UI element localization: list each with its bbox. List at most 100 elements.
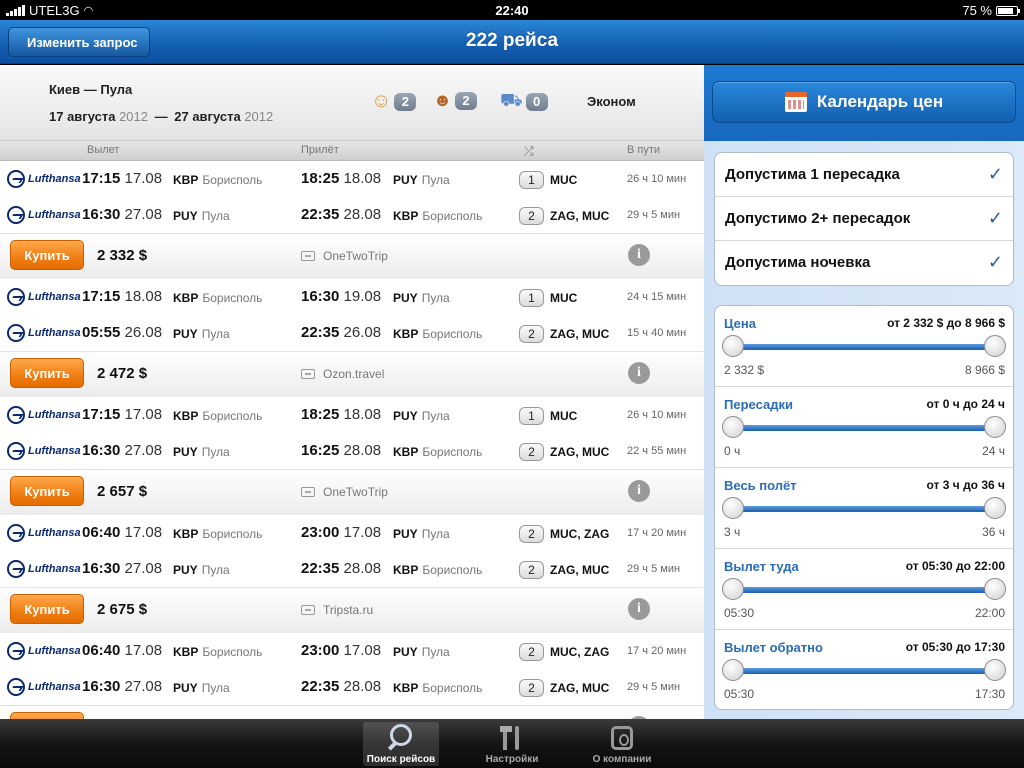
slider-max-handle[interactable] (984, 497, 1006, 519)
slider-min-handle[interactable] (722, 497, 744, 519)
slider-max-handle[interactable] (984, 416, 1006, 438)
date-dash: — (154, 109, 168, 124)
departure-time: 17:15 18.08 (82, 288, 162, 305)
arrival-time: 22:35 28.08 (301, 678, 381, 695)
arr-date: 28.08 (343, 560, 382, 577)
slider-min-handle[interactable] (722, 335, 744, 357)
lufthansa-crane-icon (7, 206, 25, 224)
info-icon[interactable]: i (628, 480, 650, 502)
agency[interactable]: OneTwoTrip (301, 249, 388, 263)
dep-date: 27.08 (124, 678, 163, 695)
option-overnight[interactable]: Допустима ночевка ✓ (715, 241, 1013, 285)
option-label: Допустима ночевка (725, 254, 871, 271)
slider-track[interactable] (733, 344, 995, 350)
result-card[interactable]: Lufthansa 06:40 17.08 KBP Борисполь 23:00… (0, 633, 704, 719)
search-icon (386, 724, 416, 752)
price-calendar-button[interactable]: Календарь цен (712, 81, 1016, 123)
arr-city: Пула (421, 173, 450, 187)
dep-city: Борисполь (202, 645, 263, 659)
filter-name: Вылет туда (724, 559, 799, 574)
option-one-transfer[interactable]: Допустима 1 пересадка ✓ (715, 153, 1013, 197)
slider-min-handle[interactable] (722, 659, 744, 681)
departure-airport: PUY Пула (173, 681, 230, 695)
flight-segment: Lufthansa 16:30 27.08 PUY Пула 22:35 28.0… (0, 551, 704, 587)
arrival-airport: KBP Борисполь (393, 445, 482, 459)
child-icon: ☻ (433, 90, 452, 110)
buy-button[interactable]: Купить (10, 358, 84, 388)
info-icon[interactable]: i (628, 244, 650, 266)
tab-label: О компании (592, 754, 652, 765)
dep-city: Борисполь (202, 173, 263, 187)
agency[interactable]: Tripsta.ru (301, 603, 373, 617)
slider-max-handle[interactable] (984, 659, 1006, 681)
infants-count: ⛟ 0 (500, 90, 548, 114)
dep-city: Борисполь (202, 291, 263, 305)
arr-code: KBP (393, 209, 419, 223)
tools-icon (497, 724, 527, 752)
column-depart: Вылет (87, 144, 120, 156)
info-icon[interactable]: i (628, 598, 650, 620)
slider-track[interactable] (733, 587, 995, 593)
buy-button[interactable]: Купить (10, 476, 84, 506)
return-date: 27 августа (174, 109, 241, 124)
transfer-airports: ZAG, MUC (550, 209, 610, 223)
flight-duration: 17 ч 20 мин (627, 645, 687, 657)
slider-track[interactable] (733, 506, 995, 512)
dep-time: 05:55 (82, 324, 121, 341)
slider-track[interactable] (733, 425, 995, 431)
tab-flight-search[interactable]: Поиск рейсов (363, 722, 439, 766)
result-card[interactable]: Lufthansa 17:15 17.08 KBP Борисполь 18:25… (0, 397, 704, 515)
agency[interactable]: Ozon.travel (301, 367, 384, 381)
airline-name: Lufthansa (28, 681, 81, 693)
lufthansa-crane-icon (7, 678, 25, 696)
agency-name: OneTwoTrip (323, 485, 388, 499)
buy-button[interactable]: Купить (10, 712, 84, 719)
dep-code: PUY (173, 445, 198, 459)
status-bar: UTEL3G ◠ 22:40 75 % (0, 0, 1024, 20)
slider-min-handle[interactable] (722, 416, 744, 438)
price-calendar-label: Календарь цен (816, 92, 944, 111)
lufthansa-crane-icon (7, 288, 25, 306)
agency[interactable]: OneTwoTrip (301, 485, 388, 499)
flight-segment: Lufthansa 16:30 27.08 PUY Пула 16:25 28.0… (0, 433, 704, 469)
info-icon[interactable]: i (628, 362, 650, 384)
dep-date: 27.08 (124, 442, 163, 459)
ticket-price: 2 332 $ (97, 247, 148, 264)
departure-time: 16:30 27.08 (82, 442, 162, 459)
buy-button[interactable]: Купить (10, 240, 84, 270)
arr-code: KBP (393, 563, 419, 577)
children-badge: 2 (454, 91, 477, 110)
arr-date: 18.08 (343, 170, 382, 187)
result-card[interactable]: Lufthansa 17:15 17.08 KBP Борисполь 18:25… (0, 161, 704, 279)
filter-range: от 3 ч до 36 ч (926, 478, 1005, 492)
filter-max-label: 36 ч (982, 525, 1005, 539)
buy-row: Купить 2 675 $ Tripsta.ru i (0, 587, 704, 633)
arr-code: KBP (393, 327, 419, 341)
option-two-plus-transfers[interactable]: Допустимо 2+ пересадок ✓ (715, 197, 1013, 241)
arrival-time: 18:25 18.08 (301, 170, 381, 187)
filter-sidebar: Календарь цен Допустима 1 пересадка ✓ До… (704, 65, 1024, 719)
slider-track[interactable] (733, 668, 995, 674)
result-card[interactable]: Lufthansa 06:40 17.08 KBP Борисполь 23:00… (0, 515, 704, 633)
filter-range: от 2 332 $ до 8 966 $ (887, 316, 1005, 330)
filter-range: от 05:30 до 22:00 (905, 559, 1005, 573)
ticket-icon (301, 605, 315, 615)
buy-button[interactable]: Купить (10, 594, 84, 624)
tab-settings[interactable]: Настройки (474, 722, 550, 766)
tab-about[interactable]: О компании (584, 722, 660, 766)
about-icon (607, 724, 637, 752)
slider-max-handle[interactable] (984, 578, 1006, 600)
arr-date: 17.08 (343, 524, 382, 541)
result-card[interactable]: Lufthansa 17:15 18.08 KBP Борисполь 16:30… (0, 279, 704, 397)
arr-time: 22:35 (301, 560, 340, 577)
arr-city: Пула (421, 409, 450, 423)
slider-min-handle[interactable] (722, 578, 744, 600)
airline-logo: Lufthansa (7, 560, 81, 578)
departure-airport: PUY Пула (173, 563, 230, 577)
arrival-time: 23:00 17.08 (301, 642, 381, 659)
ticket-price: 2 472 $ (97, 365, 148, 382)
arr-city: Борисполь (422, 563, 483, 577)
trip-dates: 17 августа 2012 — 27 августа 2012 (49, 109, 273, 124)
option-label: Допустимо 2+ пересадок (725, 210, 911, 227)
slider-max-handle[interactable] (984, 335, 1006, 357)
